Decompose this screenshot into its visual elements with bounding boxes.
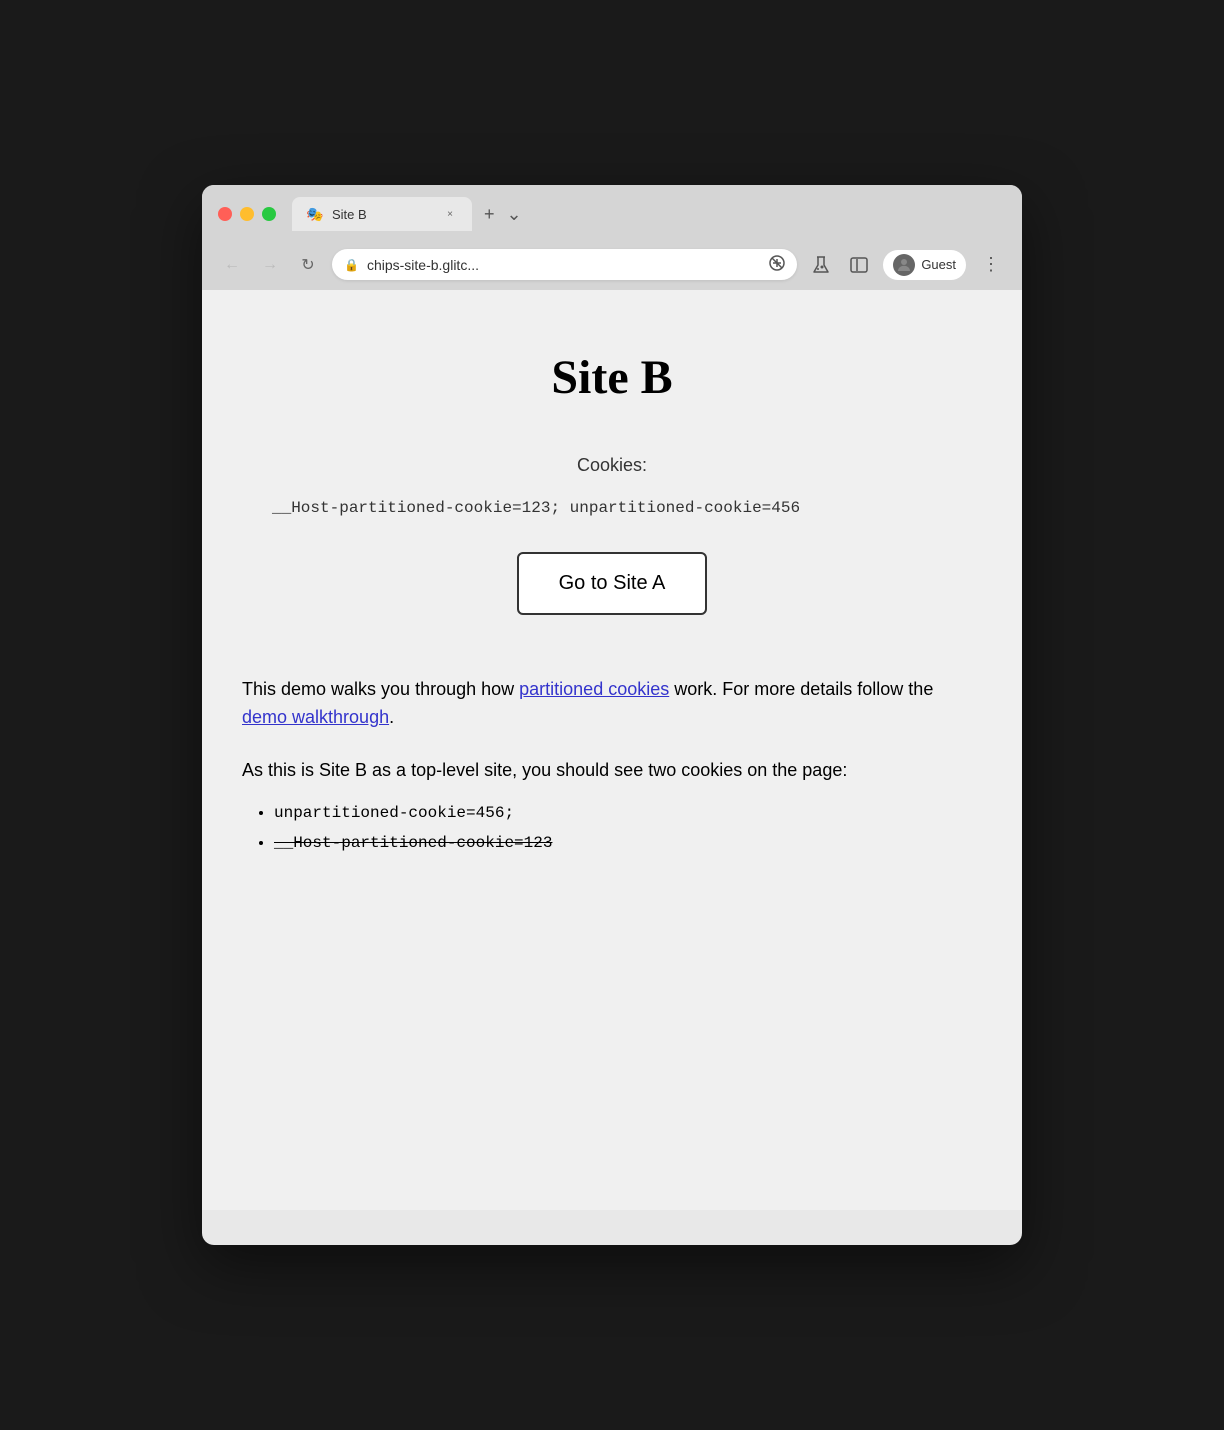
active-tab[interactable]: 🎭 Site B × [292, 197, 472, 231]
tab-title: Site B [332, 207, 434, 222]
title-bar: 🎭 Site B × + ⌄ [202, 185, 1022, 241]
bullet-item-2: __Host-partitioned-cookie=123 [274, 831, 982, 857]
maximize-window-button[interactable] [262, 207, 276, 221]
lab-icon[interactable] [807, 251, 835, 279]
lock-icon: 🔒 [344, 258, 359, 272]
go-to-site-a-button[interactable]: Go to Site A [517, 552, 708, 615]
cookie-list: unpartitioned-cookie=456; __Host-partiti… [242, 801, 982, 856]
cookies-label: Cookies: [242, 455, 982, 476]
page-content: Site B Cookies: __Host-partitioned-cooki… [202, 290, 1022, 1210]
tab-close-button[interactable]: × [442, 206, 458, 222]
demo-walkthrough-link[interactable]: demo walkthrough [242, 707, 389, 727]
site-b-description: As this is Site B as a top-level site, y… [242, 756, 982, 785]
back-button[interactable]: ← [218, 251, 246, 279]
address-bar[interactable]: 🔒 chips-site-b.glitc... [332, 249, 797, 280]
traffic-lights [218, 207, 276, 221]
forward-button[interactable]: → [256, 251, 284, 279]
bullets-section: As this is Site B as a top-level site, y… [242, 756, 982, 856]
description-section: This demo walks you through how partitio… [242, 675, 982, 733]
description-text-3: . [389, 707, 394, 727]
toolbar-icons: Guest ⋮ [807, 250, 1006, 280]
description-text-2: work. For more details follow the [669, 679, 933, 699]
bullet-item-1: unpartitioned-cookie=456; [274, 801, 982, 827]
user-name: Guest [921, 257, 956, 272]
tab-menu-chevron[interactable]: ⌄ [507, 205, 522, 223]
tabs-row: 🎭 Site B × + ⌄ [292, 197, 1006, 231]
cookie-value: __Host-partitioned-cookie=123; unpartiti… [272, 496, 952, 522]
reload-button[interactable]: ↻ [294, 251, 322, 279]
address-text: chips-site-b.glitc... [367, 257, 761, 273]
user-profile-button[interactable]: Guest [883, 250, 966, 280]
page-title: Site B [242, 350, 982, 405]
tracking-protection-icon [769, 255, 785, 274]
tab-favicon-icon: 🎭 [306, 205, 324, 223]
more-options-button[interactable]: ⋮ [976, 250, 1006, 279]
close-window-button[interactable] [218, 207, 232, 221]
description-text-1: This demo walks you through how [242, 679, 519, 699]
address-bar-row: ← → ↻ 🔒 chips-site-b.glitc... [202, 241, 1022, 290]
sidebar-toggle-button[interactable] [845, 251, 873, 279]
tab-actions: + ⌄ [484, 205, 522, 231]
minimize-window-button[interactable] [240, 207, 254, 221]
partitioned-cookies-link[interactable]: partitioned cookies [519, 679, 669, 699]
browser-window: 🎭 Site B × + ⌄ ← → ↻ 🔒 chips-site [202, 185, 1022, 1245]
new-tab-button[interactable]: + [484, 205, 495, 223]
user-avatar [893, 254, 915, 276]
